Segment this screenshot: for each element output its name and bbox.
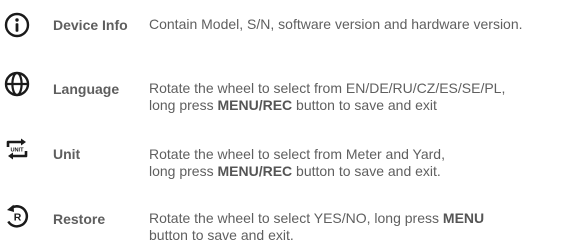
description-text: Rotate the wheel to select from EN/DE/RU… — [149, 80, 506, 96]
description-line: Rotate the wheel to select from EN/DE/RU… — [149, 80, 505, 97]
language-label: Language — [53, 81, 120, 97]
globe-icon — [4, 71, 30, 97]
restore-label: Restore — [53, 211, 106, 227]
button-name-text: MENU/REC — [217, 97, 293, 113]
device-info-description: Contain Model, S/N, software version and… — [149, 16, 523, 33]
unit-switch-icon: UNIT — [4, 136, 30, 162]
description-text: button to save and exit. — [149, 227, 294, 243]
description-line: button to save and exit. — [149, 227, 484, 244]
svg-text:R: R — [14, 212, 22, 224]
description-line: Contain Model, S/N, software version and… — [149, 16, 523, 33]
description-text: long press — [149, 97, 218, 113]
svg-text:UNIT: UNIT — [10, 147, 24, 153]
description-text: Rotate the wheel to select YES/NO, long … — [149, 210, 443, 226]
description-line: long press MENU/REC button to save and e… — [149, 97, 505, 114]
description-text: Rotate the wheel to select from Meter an… — [149, 146, 445, 162]
unit-label: Unit — [53, 146, 81, 162]
description-line: Rotate the wheel to select YES/NO, long … — [149, 210, 484, 227]
restore-icon: R — [4, 203, 30, 229]
description-text: long press — [149, 163, 218, 179]
button-name-text: MENU/REC — [217, 163, 293, 179]
description-text: button to save and exit — [292, 97, 437, 113]
description-text: Contain Model, S/N, software version and… — [149, 16, 523, 32]
restore-description: Rotate the wheel to select YES/NO, long … — [149, 210, 484, 244]
description-line: long press MENU/REC button to save and e… — [149, 163, 445, 180]
language-description: Rotate the wheel to select from EN/DE/RU… — [149, 80, 505, 114]
button-name-text: MENU — [442, 210, 485, 226]
info-circle-icon — [4, 12, 30, 38]
description-text: button to save and exit. — [292, 163, 441, 179]
device-info-label: Device Info — [53, 17, 128, 33]
unit-description: Rotate the wheel to select from Meter an… — [149, 146, 445, 180]
description-line: Rotate the wheel to select from Meter an… — [149, 146, 445, 163]
